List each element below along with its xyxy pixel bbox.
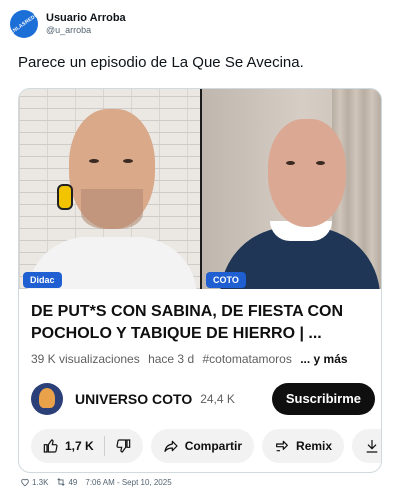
left-name-tag: Didac — [23, 272, 62, 288]
subscriber-count: 24,4 K — [200, 392, 235, 406]
like-dislike-pill: 1,7 K — [31, 429, 143, 463]
avatar-watermark: VISTOENLASREDES.com — [10, 10, 38, 38]
left-eye — [89, 159, 99, 163]
channel-avatar[interactable] — [31, 383, 63, 415]
retweet-icon — [57, 478, 66, 486]
download-button[interactable]: De — [352, 429, 381, 463]
download-icon — [366, 440, 378, 453]
remix-label: Remix — [296, 439, 333, 453]
tweet-timestamp[interactable]: 7:06 AM - Sept 10, 2025 — [85, 478, 171, 487]
view-count: 39 K visualizaciones — [31, 352, 140, 366]
left-eye — [286, 161, 295, 165]
like-count[interactable]: 1,7 K — [65, 439, 94, 453]
actions-row: 1,7 K Compartir Remix De — [31, 429, 381, 465]
heart-icon — [21, 478, 29, 487]
like-stat[interactable]: 1.3K — [20, 477, 48, 487]
more-link[interactable]: ... y más — [300, 352, 347, 366]
video-title[interactable]: DE PUT*S CON SABINA, DE FIESTA CON POCHO… — [31, 301, 375, 345]
left-speaker-pane: Didac — [19, 89, 200, 289]
remix-button[interactable]: Remix — [262, 429, 345, 463]
channel-logo-icon — [39, 388, 55, 408]
account-names: Usuario Arroba @u_arroba — [46, 12, 126, 36]
tweet-footer: 1.3K 49 7:06 AM - Sept 10, 2025 — [20, 477, 172, 487]
tweet-like-count: 1.3K — [32, 477, 49, 487]
account-avatar[interactable]: VISTOENLASREDES.com — [10, 10, 38, 38]
media-card[interactable]: Didac COTO DE PUT*S CON SABINA, DE FIEST… — [18, 88, 382, 473]
thumbs-up-icon[interactable] — [43, 438, 59, 454]
retweet-stat[interactable]: 49 — [56, 477, 77, 487]
share-button[interactable]: Compartir — [150, 429, 255, 463]
share-label: Compartir — [184, 439, 243, 453]
share-icon — [164, 440, 178, 452]
video-thumbnail[interactable]: Didac COTO — [19, 89, 381, 289]
upload-age: hace 3 d — [148, 352, 195, 366]
left-speaker-beard — [81, 189, 143, 229]
right-eye — [123, 159, 133, 163]
subscribe-button[interactable]: Suscribirme — [271, 383, 375, 415]
right-name-tag: COTO — [206, 272, 246, 288]
tweet-header: VISTOENLASREDES.com Usuario Arroba @u_ar… — [10, 10, 126, 38]
display-name[interactable]: Usuario Arroba — [46, 12, 126, 25]
thumbs-down-icon[interactable] — [115, 438, 131, 454]
video-meta[interactable]: 39 K visualizaciones hace 3 d #cotomatam… — [31, 352, 353, 366]
headphones-icon — [57, 184, 73, 210]
right-speaker-pane: COTO — [202, 89, 381, 289]
right-speaker-head — [268, 119, 346, 227]
channel-name[interactable]: UNIVERSO COTO — [75, 391, 192, 407]
channel-row: UNIVERSO COTO 24,4 K Suscribirme — [31, 381, 375, 417]
pill-divider — [103, 436, 105, 456]
tweet-retweet-count: 49 — [68, 477, 78, 487]
right-eye — [316, 161, 325, 165]
tweet-text: Parece un episodio de La Que Se Avecina. — [18, 54, 304, 71]
remix-icon — [276, 440, 288, 452]
account-handle[interactable]: @u_arroba — [46, 25, 126, 36]
hashtag-link[interactable]: #cotomatamoros — [202, 352, 291, 366]
